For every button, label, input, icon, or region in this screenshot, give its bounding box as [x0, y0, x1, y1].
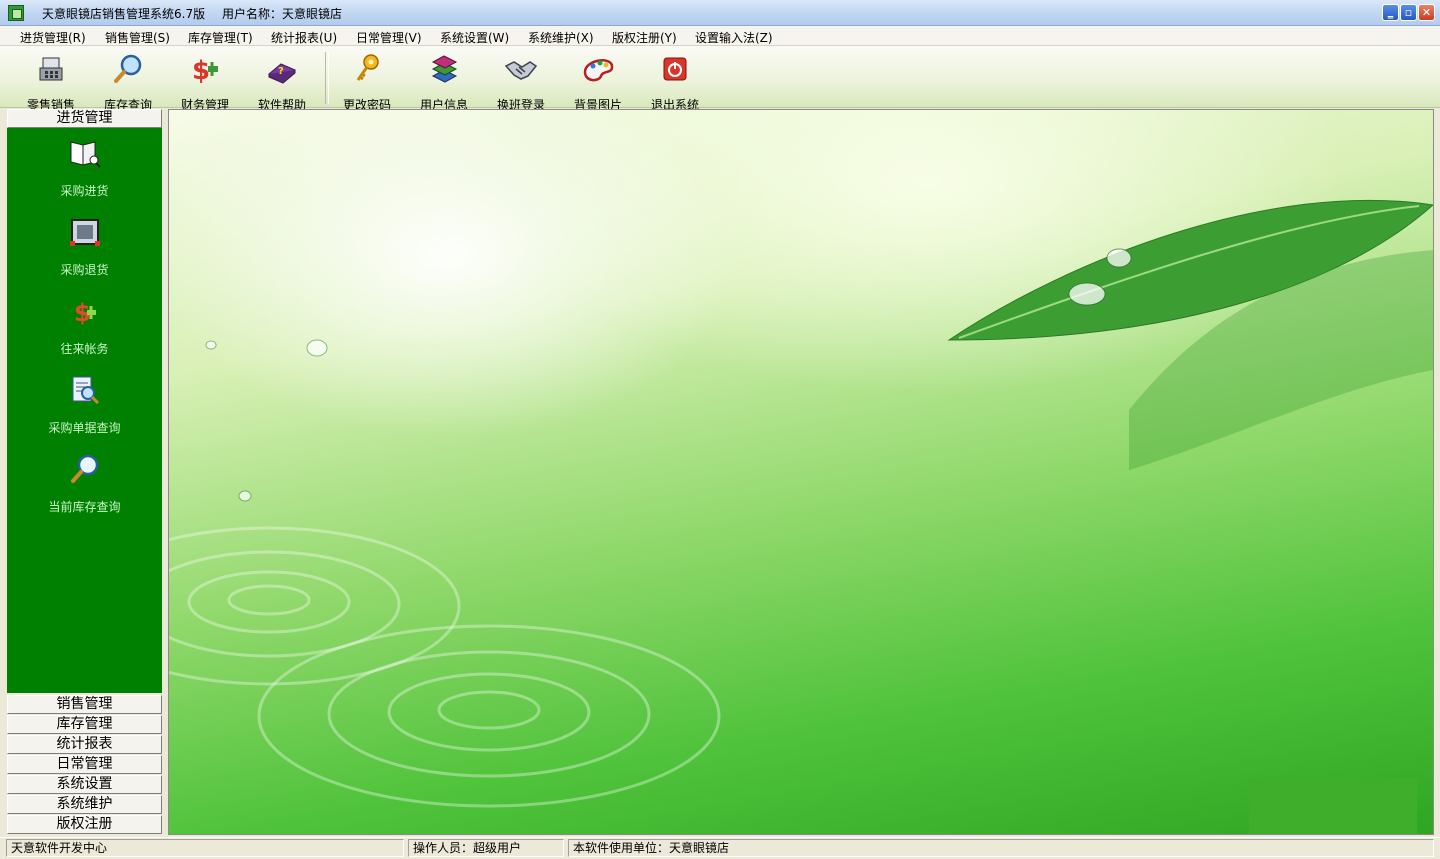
cashier-icon	[39, 57, 63, 81]
background-image-button[interactable]: 背景图片	[561, 52, 635, 112]
nav-item-purchase-stock[interactable]: 采购进货	[7, 136, 162, 199]
open-book-icon	[70, 141, 101, 168]
nav-item-current-stock-query[interactable]: 当前库存查询	[7, 452, 162, 515]
dollar-icon: $	[74, 299, 96, 327]
nav-group-maintenance[interactable]: 系统维护	[7, 795, 162, 814]
key-icon	[356, 54, 379, 81]
nav-group-inventory[interactable]: 库存管理	[7, 715, 162, 734]
status-bar: 天意软件开发中心 操作人员：超级用户 本软件使用单位：天意眼镜店	[0, 837, 1440, 859]
menu-sales[interactable]: 销售管理(S)	[105, 29, 170, 46]
status-licensee: 本软件使用单位：天意眼镜店	[568, 839, 1434, 857]
change-password-button[interactable]: 更改密码	[330, 52, 404, 112]
nav-group-registration[interactable]: 版权注册	[7, 815, 162, 834]
status-developer: 天意软件开发中心	[6, 839, 404, 857]
nav-item-purchase-return[interactable]: 采购退货	[7, 215, 162, 278]
close-button[interactable]: ✕	[1418, 4, 1435, 21]
nav-item-label: 采购退货	[60, 263, 109, 277]
menu-daily[interactable]: 日常管理(V)	[356, 29, 422, 46]
magnifier-icon	[114, 54, 142, 83]
water-leaf-background	[169, 199, 1433, 808]
window-title: 天意眼镜店销售管理系统6.7版	[42, 7, 206, 21]
toolbar-separator	[325, 52, 329, 104]
nav-item-label: 采购进货	[60, 184, 109, 198]
help-book-icon: ?	[268, 63, 296, 84]
minimize-button[interactable]: ‗	[1382, 4, 1399, 21]
magnifier-icon	[70, 454, 98, 483]
nav-group-daily[interactable]: 日常管理	[7, 755, 162, 774]
user-name-label: 用户名称：天意眼镜店	[222, 7, 343, 21]
dollar-icon: $	[192, 56, 218, 86]
return-frame-icon	[69, 219, 100, 246]
menu-input-method[interactable]: 设置输入法(Z)	[695, 29, 773, 46]
status-operator: 操作人员：超级用户	[408, 839, 564, 857]
handshake-icon	[504, 61, 538, 80]
app-icon[interactable]	[8, 5, 24, 21]
nav-group-settings[interactable]: 系统设置	[7, 775, 162, 794]
user-info-button[interactable]: 用户信息	[407, 52, 481, 112]
menu-inventory[interactable]: 库存管理(T)	[188, 29, 253, 46]
nav-group-sales[interactable]: 销售管理	[7, 695, 162, 714]
nav-item-label: 往来帐务	[60, 342, 109, 356]
nav-group-purchase[interactable]: 进货管理	[7, 109, 162, 128]
document-search-icon	[72, 376, 99, 405]
power-icon	[663, 57, 687, 81]
menu-purchase[interactable]: 进货管理(R)	[20, 29, 86, 46]
corner-block	[1249, 778, 1417, 834]
inventory-query-button[interactable]: 库存查询	[91, 52, 165, 112]
books-icon	[431, 55, 458, 83]
menu-settings[interactable]: 系统设置(W)	[440, 29, 509, 46]
retail-sales-button[interactable]: 零售销售	[14, 52, 88, 112]
finance-button[interactable]: $ 财务管理	[168, 52, 242, 112]
menu-reports[interactable]: 统计报表(U)	[271, 29, 337, 46]
menu-registration[interactable]: 版权注册(Y)	[612, 29, 677, 46]
nav-item-label: 当前库存查询	[48, 500, 121, 514]
nav-item-purchase-doc-query[interactable]: 采购单据查询	[7, 373, 162, 436]
nav-item-label: 采购单据查询	[48, 421, 121, 435]
menu-bar: 进货管理(R) 销售管理(S) 库存管理(T) 统计报表(U) 日常管理(V) …	[0, 26, 1440, 46]
title-bar[interactable]: 天意眼镜店销售管理系统6.7版 用户名称：天意眼镜店 ‗ ▫ ✕	[0, 0, 1440, 26]
svg-text:$: $	[192, 56, 210, 86]
nav-panel-purchase: 采购进货 采购退货 $ 往来帐务 采购单据查询 当前库存查询	[7, 128, 162, 693]
maximize-button[interactable]: ▫	[1400, 4, 1417, 21]
software-help-button[interactable]: ? 软件帮助	[245, 52, 319, 112]
svg-text:?: ?	[278, 66, 284, 77]
shift-login-button[interactable]: 换班登录	[484, 52, 558, 112]
exit-system-button[interactable]: 退出系统	[638, 52, 712, 112]
toolbar: 零售销售 库存查询 $ 财务管理 ? 软件帮助 更改密码 用户信息 换班登录 背…	[0, 46, 1440, 112]
left-navigation: 进货管理 采购进货 采购退货 $ 往来帐务 采购单据查询 当前库存查询 销售管理…	[6, 109, 163, 835]
menu-maintenance[interactable]: 系统维护(X)	[528, 29, 594, 46]
nav-group-reports[interactable]: 统计报表	[7, 735, 162, 754]
background-image-area	[168, 109, 1434, 835]
nav-item-accounts[interactable]: $ 往来帐务	[7, 294, 162, 357]
palette-icon	[583, 59, 614, 82]
